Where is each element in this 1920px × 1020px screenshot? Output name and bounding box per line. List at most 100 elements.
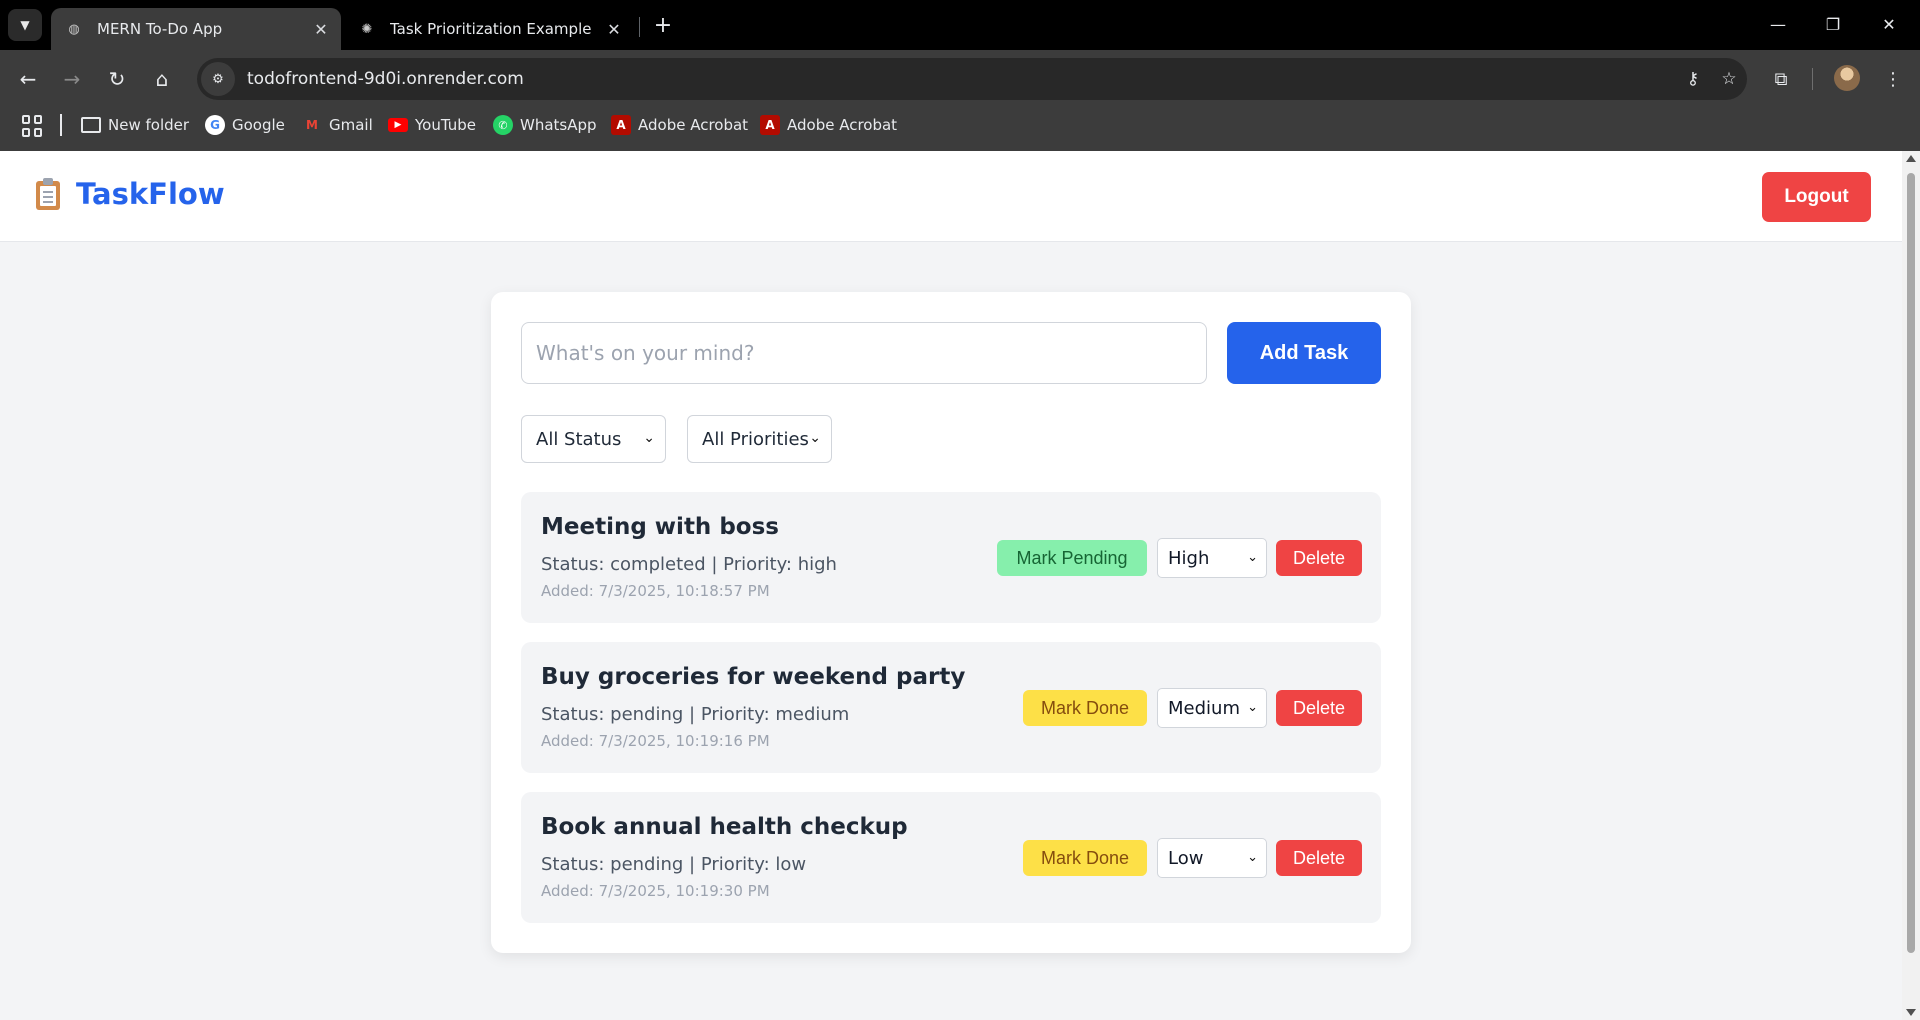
restore-button[interactable]: ❐ xyxy=(1810,8,1856,40)
delete-button[interactable]: Delete xyxy=(1276,840,1362,876)
bookmark-label: Google xyxy=(232,116,285,134)
status-filter-select[interactable]: All Status ⌄ xyxy=(521,415,666,463)
brand: TaskFlow xyxy=(34,177,225,211)
delete-button[interactable]: Delete xyxy=(1276,540,1362,576)
status-filter-value: All Status xyxy=(536,428,622,450)
url-text[interactable]: todofrontend-9d0i.onrender.com xyxy=(247,69,1675,89)
priority-select-value: Low xyxy=(1168,847,1204,869)
password-key-icon[interactable]: ⚷ xyxy=(1675,69,1711,89)
bookmark-label: Adobe Acrobat xyxy=(787,116,898,134)
adobe-acrobat-icon: A xyxy=(760,115,780,135)
new-task-input[interactable] xyxy=(521,322,1207,384)
task-title: Book annual health checkup xyxy=(541,814,908,840)
bookmark-adobe-acrobat[interactable]: A Adobe Acrobat xyxy=(611,112,748,138)
task-item: Buy groceries for weekend party Status: … xyxy=(521,642,1381,773)
add-task-button[interactable]: Add Task xyxy=(1227,322,1381,384)
brand-name: TaskFlow xyxy=(76,177,225,211)
minimize-button[interactable]: — xyxy=(1755,8,1801,40)
apps-grid-icon[interactable] xyxy=(22,115,44,137)
bookmark-label: New folder xyxy=(108,116,190,134)
task-added-date: Added: 7/3/2025, 10:19:30 PM xyxy=(541,882,770,900)
tab-divider xyxy=(639,17,640,37)
page-viewport: TaskFlow Logout Add Task All Status ⌄ Al… xyxy=(0,151,1902,1020)
chevron-down-icon: ▼ xyxy=(20,18,30,32)
google-icon: G xyxy=(205,115,225,135)
mark-done-button[interactable]: Mark Done xyxy=(1023,690,1147,726)
bookmark-gmail[interactable]: M Gmail xyxy=(302,112,373,138)
adobe-acrobat-icon: A xyxy=(611,115,631,135)
site-info-icon[interactable]: ⚙ xyxy=(201,62,235,96)
bookmark-whatsapp[interactable]: ✆ WhatsApp xyxy=(493,112,597,138)
logout-button[interactable]: Logout xyxy=(1762,172,1871,222)
address-bar[interactable]: ⚙ todofrontend-9d0i.onrender.com ⚷ ☆ xyxy=(197,58,1747,100)
scroll-up-arrow-icon[interactable] xyxy=(1906,155,1916,162)
arrow-left-icon: ← xyxy=(19,67,37,91)
tab-title: Task Prioritization Example xyxy=(390,20,592,38)
mark-done-button[interactable]: Mark Done xyxy=(1023,840,1147,876)
task-meta: Status: completed | Priority: high xyxy=(541,554,837,575)
todo-card: Add Task All Status ⌄ All Priorities ⌄ M… xyxy=(491,292,1411,953)
tab-strip: ▼ ◍ MERN To-Do App ✕ ✺ Task Prioritizati… xyxy=(0,0,1920,50)
restore-icon: ❐ xyxy=(1825,14,1841,34)
tab-title: MERN To-Do App xyxy=(97,20,223,38)
whatsapp-icon: ✆ xyxy=(493,115,513,135)
task-meta: Status: pending | Priority: low xyxy=(541,854,807,875)
task-item: Meeting with boss Status: completed | Pr… xyxy=(521,492,1381,623)
reload-button[interactable]: ↻ xyxy=(100,62,134,96)
bookmark-adobe-acrobat[interactable]: A Adobe Acrobat xyxy=(760,112,897,138)
bookmark-label: YouTube xyxy=(415,116,476,134)
delete-button[interactable]: Delete xyxy=(1276,690,1362,726)
chevron-down-icon: ⌄ xyxy=(643,430,655,446)
priority-select[interactable]: High ⌄ xyxy=(1157,538,1267,578)
reload-icon: ↻ xyxy=(108,67,126,91)
browser-menu-button[interactable]: ⋮ xyxy=(1876,62,1910,96)
gmail-icon: M xyxy=(306,118,318,132)
bookmark-label: Gmail xyxy=(329,116,373,134)
close-icon[interactable]: ✕ xyxy=(307,20,335,39)
home-button[interactable]: ⌂ xyxy=(145,62,179,96)
priority-select-value: Medium xyxy=(1168,697,1240,719)
chevron-down-icon: ⌄ xyxy=(1247,850,1258,865)
clipboard-icon xyxy=(34,177,62,211)
close-window-button[interactable]: ✕ xyxy=(1866,8,1912,40)
minimize-icon: — xyxy=(1770,14,1786,34)
youtube-icon: ▶ xyxy=(388,118,408,132)
bookmark-new-folder[interactable]: New folder xyxy=(81,112,189,138)
scroll-down-arrow-icon[interactable] xyxy=(1906,1009,1916,1016)
priority-select[interactable]: Low ⌄ xyxy=(1157,838,1267,878)
priority-filter-value: All Priorities xyxy=(702,428,809,450)
mark-pending-button[interactable]: Mark Pending xyxy=(997,540,1147,576)
bookmark-google[interactable]: G Google xyxy=(205,112,285,138)
task-meta: Status: pending | Priority: medium xyxy=(541,704,850,725)
folder-icon xyxy=(81,117,101,133)
kebab-menu-icon: ⋮ xyxy=(1884,68,1902,90)
priority-select[interactable]: Medium ⌄ xyxy=(1157,688,1267,728)
tab-mern-todo[interactable]: ◍ MERN To-Do App ✕ xyxy=(51,8,341,50)
task-item: Book annual health checkup Status: pendi… xyxy=(521,792,1381,923)
bookmark-youtube[interactable]: ▶ YouTube xyxy=(388,112,476,138)
priority-filter-select[interactable]: All Priorities ⌄ xyxy=(687,415,832,463)
extensions-button[interactable]: ⧉ xyxy=(1764,62,1798,96)
task-title: Meeting with boss xyxy=(541,514,779,540)
bookmark-label: WhatsApp xyxy=(520,116,597,134)
tab-search-button[interactable]: ▼ xyxy=(8,9,42,41)
back-button[interactable]: ← xyxy=(11,62,45,96)
scrollbar-thumb[interactable] xyxy=(1907,173,1915,953)
forward-button[interactable]: → xyxy=(55,62,89,96)
globe-icon: ◍ xyxy=(68,21,80,37)
home-icon: ⌂ xyxy=(155,67,169,91)
bookmark-star-icon[interactable]: ☆ xyxy=(1711,69,1747,89)
close-icon: ✕ xyxy=(1882,14,1896,34)
tab-task-prioritization[interactable]: ✺ Task Prioritization Example ✕ xyxy=(344,8,634,50)
browser-toolbar: ← → ↻ ⌂ ⚙ todofrontend-9d0i.onrender.com… xyxy=(0,50,1920,108)
plus-icon: + xyxy=(653,12,673,38)
bookmark-label: Adobe Acrobat xyxy=(638,116,749,134)
profile-avatar[interactable] xyxy=(1834,65,1860,91)
bookmarks-divider xyxy=(60,114,62,136)
puzzle-icon: ⧉ xyxy=(1774,68,1788,90)
page-scrollbar[interactable] xyxy=(1902,151,1920,1020)
chevron-down-icon: ⌄ xyxy=(1247,550,1258,565)
toolbar-divider xyxy=(1812,68,1813,90)
new-tab-button[interactable]: + xyxy=(648,10,678,40)
close-icon[interactable]: ✕ xyxy=(600,20,628,39)
